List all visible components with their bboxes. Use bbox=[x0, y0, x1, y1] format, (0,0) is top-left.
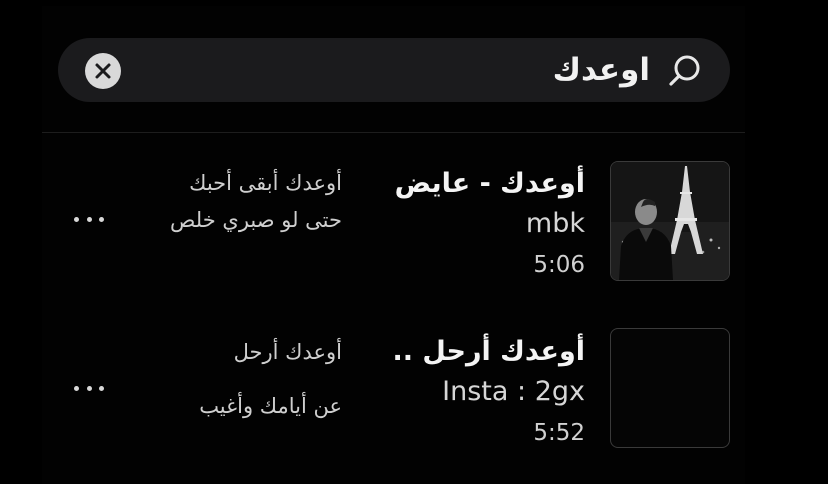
more-options-button[interactable] bbox=[74, 381, 104, 395]
dot bbox=[99, 385, 104, 391]
search-results-screen: اوعدك أوعدك - عايض mbk 5:06 أوعدك أبقى أ… bbox=[0, 0, 828, 484]
song-title: أوعدك أرحل .. bbox=[392, 336, 586, 367]
divider bbox=[42, 132, 745, 133]
list-item[interactable]: أوعدك - عايض mbk 5:06 أوعدك أبقى أحبك حت… bbox=[42, 150, 745, 300]
dot bbox=[99, 216, 104, 222]
lyric-line-1: أوعدك أبقى أحبك bbox=[189, 171, 342, 195]
dot bbox=[74, 385, 79, 391]
lyric-line-2: حتى لو صبري خلص bbox=[170, 208, 342, 232]
dot bbox=[86, 216, 92, 222]
search-input[interactable]: اوعدك bbox=[553, 51, 650, 89]
more-options-button[interactable] bbox=[74, 212, 104, 226]
album-thumbnail[interactable] bbox=[610, 328, 730, 448]
song-title: أوعدك - عايض bbox=[394, 168, 585, 199]
close-icon bbox=[95, 63, 111, 79]
song-artist: mbk bbox=[525, 208, 585, 239]
list-item[interactable]: أوعدك أرحل .. Insta : 2gx 5:52 أوعدك أرح… bbox=[42, 318, 745, 468]
eiffel-tower-photo bbox=[611, 162, 729, 280]
search-bar[interactable]: اوعدك bbox=[58, 38, 730, 102]
song-duration: 5:52 bbox=[533, 420, 585, 446]
album-thumbnail[interactable] bbox=[610, 161, 730, 281]
dot bbox=[74, 216, 79, 222]
lyric-line-1: أوعدك أرحل bbox=[233, 340, 342, 364]
dot bbox=[86, 385, 92, 391]
song-artist: Insta : 2gx bbox=[442, 376, 585, 407]
clear-search-button[interactable] bbox=[85, 53, 121, 89]
song-duration: 5:06 bbox=[533, 252, 585, 278]
search-icon[interactable] bbox=[666, 52, 704, 90]
lyric-line-2: عن أيامك وأغيب bbox=[199, 394, 342, 418]
